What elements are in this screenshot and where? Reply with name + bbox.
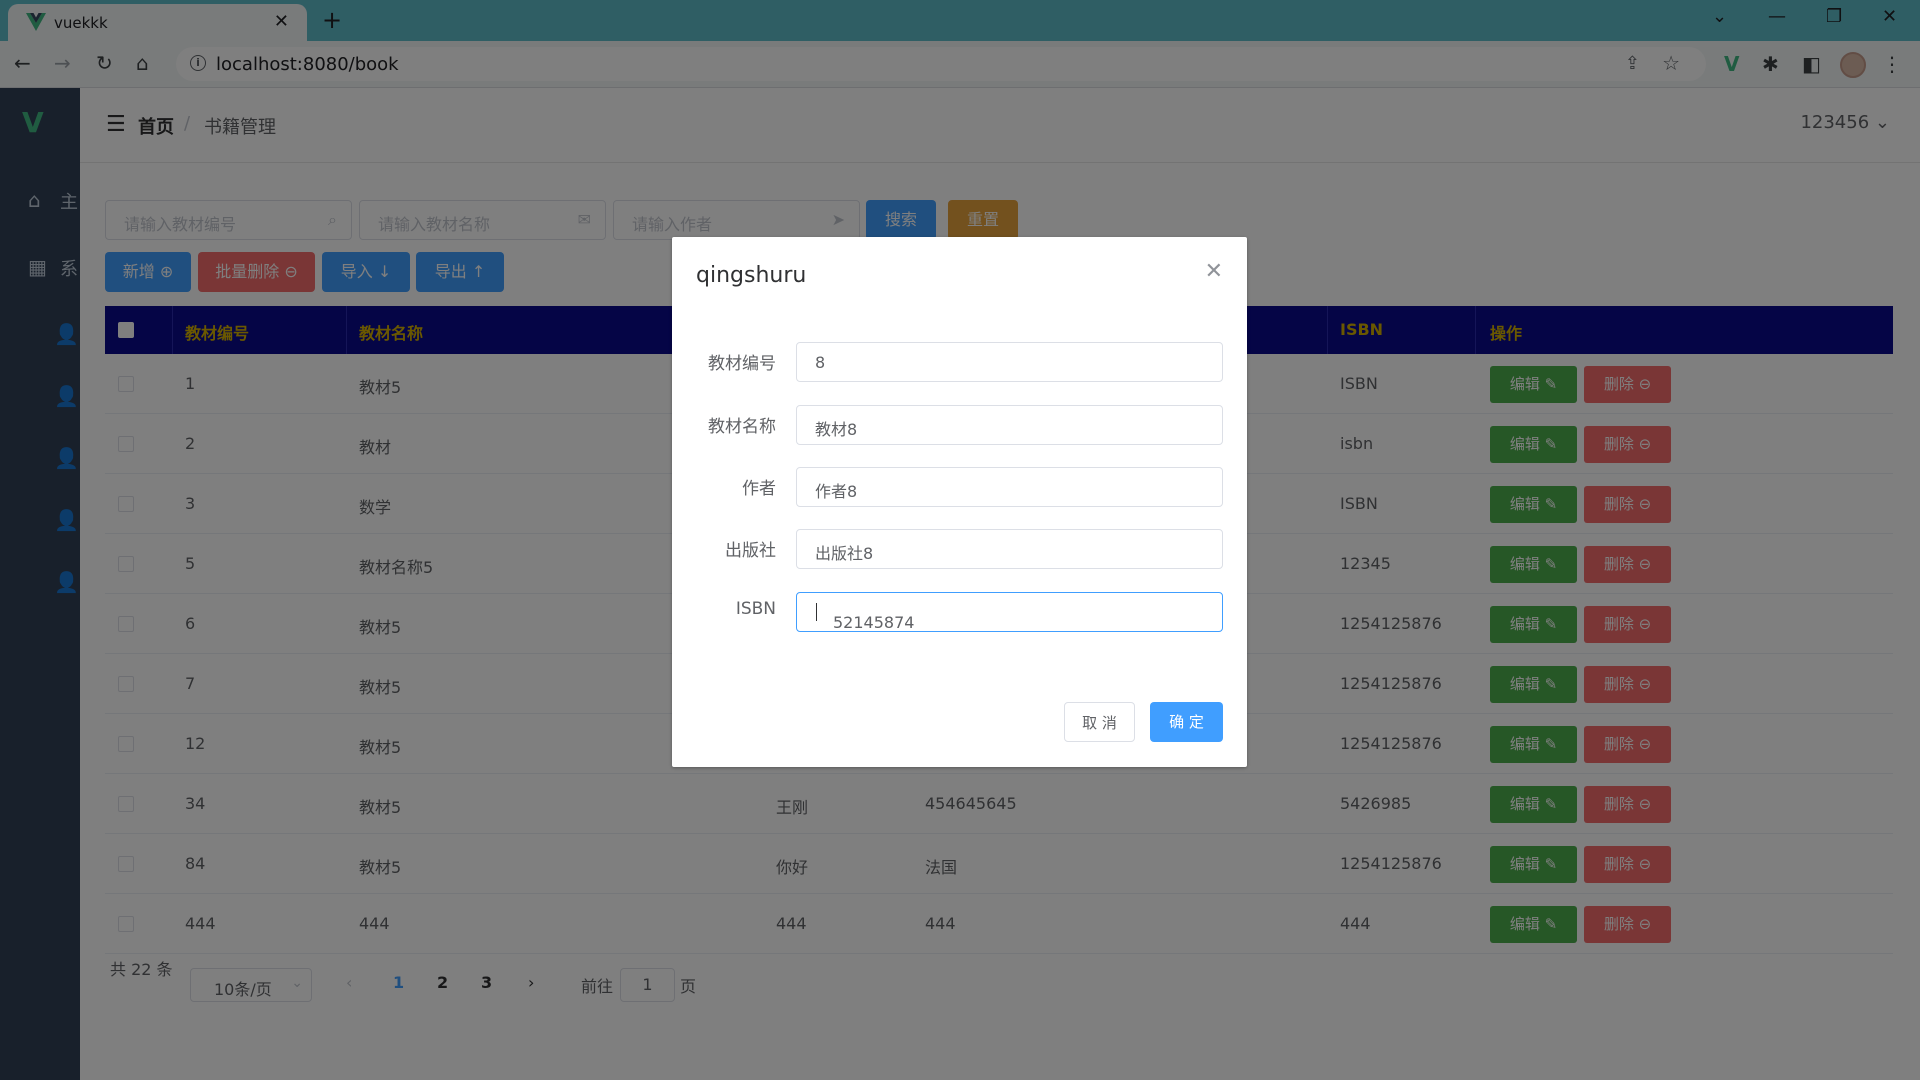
field-label-name: 教材名称 [708, 417, 776, 437]
author-input[interactable]: 作者8 [796, 467, 1223, 507]
author-value: 作者8 [815, 482, 858, 501]
field-label-publisher: 出版社 [725, 541, 776, 561]
isbn-value-wrap: 52145874 [815, 603, 914, 632]
book-id-value: 8 [815, 353, 826, 372]
book-name-value: 教材8 [815, 420, 858, 439]
book-id-input[interactable]: 8 [796, 342, 1223, 382]
isbn-value: 52145874 [833, 613, 915, 632]
isbn-input[interactable]: 52145874 [796, 592, 1223, 632]
text-caret [816, 603, 817, 621]
edit-book-dialog: qingshuru ✕ 教材编号 8 教材名称 教材8 作者 作者8 出版社 出… [672, 237, 1247, 767]
dialog-close-icon[interactable]: ✕ [1205, 259, 1223, 284]
publisher-input[interactable]: 出版社8 [796, 529, 1223, 569]
dialog-title: qingshuru [696, 263, 807, 288]
field-label-author: 作者 [742, 479, 776, 499]
field-label-id: 教材编号 [708, 354, 776, 374]
cancel-button[interactable]: 取 消 [1064, 702, 1135, 742]
publisher-value: 出版社8 [815, 544, 874, 563]
confirm-button[interactable]: 确 定 [1150, 702, 1223, 742]
book-name-input[interactable]: 教材8 [796, 405, 1223, 445]
field-label-isbn: ISBN [735, 599, 776, 619]
